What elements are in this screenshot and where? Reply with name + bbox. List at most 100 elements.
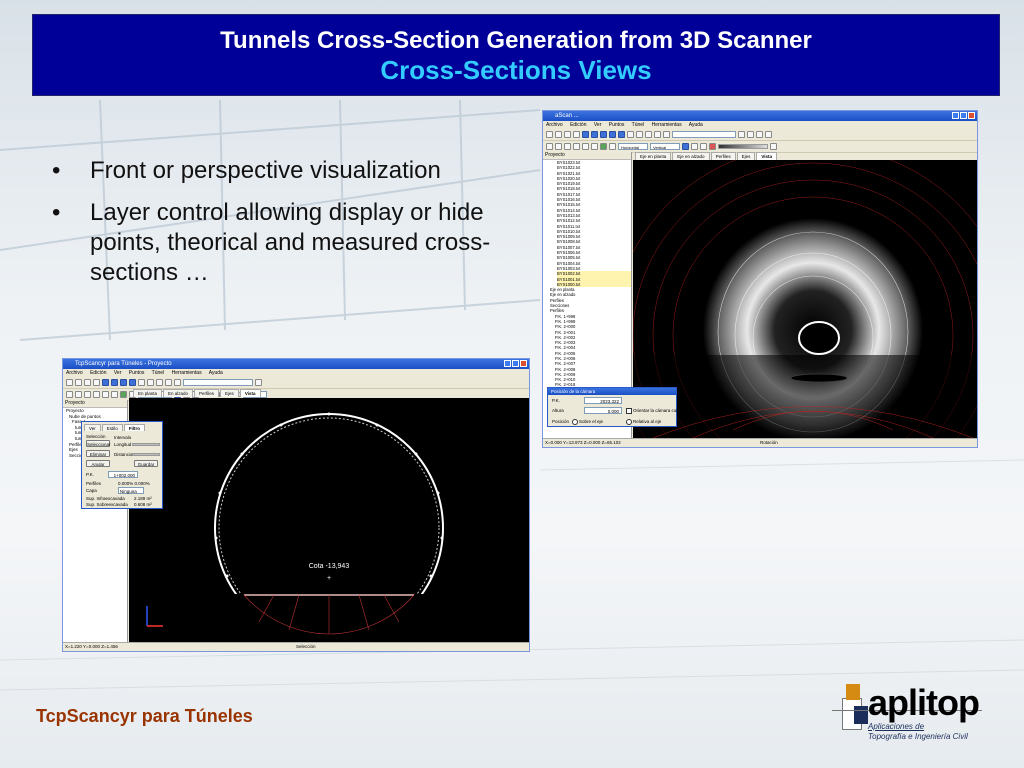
tunnel-3d-canvas[interactable] bbox=[633, 160, 977, 438]
tab-ver[interactable]: Ver bbox=[84, 424, 101, 431]
filter-icon[interactable] bbox=[700, 143, 707, 150]
orient-camera-checkbox[interactable]: Orientar la cámara con el eje bbox=[626, 408, 691, 414]
tab-eje-en-alzado[interactable]: Eje en alzado bbox=[672, 152, 710, 160]
zoom-in-icon[interactable] bbox=[138, 379, 145, 386]
line-icon[interactable] bbox=[84, 391, 91, 398]
close-icon[interactable] bbox=[968, 112, 975, 119]
zoom-window-icon[interactable] bbox=[156, 379, 163, 386]
menu-archivo[interactable]: Archivo bbox=[66, 370, 83, 376]
layer-icon[interactable] bbox=[111, 379, 118, 386]
print-icon[interactable] bbox=[93, 379, 100, 386]
print-icon[interactable] bbox=[573, 131, 580, 138]
pan-icon[interactable] bbox=[174, 379, 181, 386]
height-input[interactable]: 0.000 bbox=[584, 407, 622, 414]
pk-input[interactable]: 2023.322 bbox=[584, 397, 622, 404]
polyline-icon[interactable] bbox=[573, 143, 580, 150]
delete-button[interactable]: Eliminar bbox=[86, 450, 110, 457]
layer-icon[interactable] bbox=[129, 379, 136, 386]
settings-icon[interactable] bbox=[255, 379, 262, 386]
tab-perfiles[interactable]: Perfiles bbox=[194, 389, 220, 397]
save-icon[interactable] bbox=[84, 379, 91, 386]
undo-button[interactable]: Anular bbox=[86, 460, 110, 467]
new-icon[interactable] bbox=[546, 131, 553, 138]
menu-puntos[interactable]: Puntos bbox=[609, 122, 625, 128]
maximize-icon[interactable] bbox=[512, 360, 519, 367]
select-button[interactable]: Seleccionar bbox=[86, 440, 111, 447]
settings-icon[interactable] bbox=[765, 131, 772, 138]
circle-icon[interactable] bbox=[75, 391, 82, 398]
layer-select[interactable]: Ninguna bbox=[118, 487, 144, 494]
menu-ayuda[interactable]: Ayuda bbox=[689, 122, 703, 128]
close-icon[interactable] bbox=[520, 360, 527, 367]
menu-ver[interactable]: Ver bbox=[114, 370, 122, 376]
circle-icon[interactable] bbox=[555, 143, 562, 150]
window-titlebar[interactable]: TcpScancyr para Túneles - Proyecto bbox=[63, 359, 529, 369]
relative-axis-radio[interactable]: Relativa al eje bbox=[626, 419, 661, 425]
menu-ayuda[interactable]: Ayuda bbox=[209, 370, 223, 376]
layer-combo[interactable] bbox=[183, 379, 253, 386]
zoom-all-icon[interactable] bbox=[654, 131, 661, 138]
contrast-slider[interactable] bbox=[718, 144, 768, 149]
zoom-out-icon[interactable] bbox=[636, 131, 643, 138]
zoom-out-icon[interactable] bbox=[147, 379, 154, 386]
maximize-icon[interactable] bbox=[960, 112, 967, 119]
polyline-icon[interactable] bbox=[93, 391, 100, 398]
target-icon[interactable] bbox=[591, 143, 598, 150]
length-slider[interactable] bbox=[132, 443, 160, 446]
window-titlebar[interactable]: aScan ... bbox=[543, 111, 977, 121]
layer-icon[interactable] bbox=[582, 131, 589, 138]
layer-combo[interactable] bbox=[672, 131, 736, 138]
layer-icon[interactable] bbox=[120, 379, 127, 386]
tab-en-planta[interactable]: En planta bbox=[133, 389, 163, 397]
pencil-icon[interactable] bbox=[120, 391, 127, 398]
minimize-icon[interactable] bbox=[952, 112, 959, 119]
menu-edicion[interactable]: Edición bbox=[90, 370, 106, 376]
menu-puntos[interactable]: Puntos bbox=[129, 370, 145, 376]
tab-ejes[interactable]: Ejes bbox=[220, 389, 239, 397]
menu-archivo[interactable]: Archivo bbox=[546, 122, 563, 128]
tab-en-alzado[interactable]: En alzado bbox=[163, 389, 194, 397]
distance-slider[interactable] bbox=[132, 453, 160, 456]
tab-perfiles[interactable]: Perfiles bbox=[710, 152, 736, 160]
save-icon[interactable] bbox=[564, 131, 571, 138]
tab-vista[interactable]: Vista bbox=[756, 152, 778, 160]
open-icon[interactable] bbox=[75, 379, 82, 386]
tab-filtro[interactable]: Filtro bbox=[123, 424, 146, 431]
view-combo[interactable]: Horizontal bbox=[618, 143, 648, 150]
layer-icon[interactable] bbox=[591, 131, 598, 138]
menu-ver[interactable]: Ver bbox=[594, 122, 602, 128]
zoom-in-icon[interactable] bbox=[627, 131, 634, 138]
tab-eje-en-planta[interactable]: Eje en planta bbox=[635, 152, 672, 160]
pan-icon[interactable] bbox=[663, 131, 670, 138]
layer-icon[interactable] bbox=[102, 379, 109, 386]
tab-estilo[interactable]: Estilo bbox=[101, 424, 123, 431]
cross-section-canvas[interactable]: Cota -13,943 + bbox=[129, 398, 529, 644]
on-axis-radio[interactable]: Sobre el eje bbox=[572, 419, 603, 425]
open-icon[interactable] bbox=[555, 131, 562, 138]
line-icon[interactable] bbox=[564, 143, 571, 150]
menu-herramientas[interactable]: Herramientas bbox=[172, 370, 202, 376]
settings-icon[interactable] bbox=[756, 131, 763, 138]
select-icon[interactable] bbox=[609, 143, 616, 150]
layer-icon[interactable] bbox=[600, 131, 607, 138]
rotate-icon[interactable] bbox=[66, 391, 73, 398]
layer-icon[interactable] bbox=[609, 131, 616, 138]
new-icon[interactable] bbox=[66, 379, 73, 386]
target-icon[interactable] bbox=[102, 391, 109, 398]
grid-icon[interactable] bbox=[738, 131, 745, 138]
menu-tunel[interactable]: Túnel bbox=[152, 370, 165, 376]
tab-vista[interactable]: Vista bbox=[239, 389, 261, 397]
save-button[interactable]: Guardar bbox=[134, 460, 158, 467]
menu-herramientas[interactable]: Herramientas bbox=[652, 122, 682, 128]
tab-ejes[interactable]: Ejes bbox=[736, 152, 756, 160]
zoom-window-icon[interactable] bbox=[645, 131, 652, 138]
zoom-all-icon[interactable] bbox=[165, 379, 172, 386]
pencil-icon[interactable] bbox=[600, 143, 607, 150]
grid-icon[interactable] bbox=[747, 131, 754, 138]
minimize-icon[interactable] bbox=[504, 360, 511, 367]
menu-tunel[interactable]: Túnel bbox=[632, 122, 645, 128]
layer-icon[interactable] bbox=[618, 131, 625, 138]
target-icon[interactable] bbox=[582, 143, 589, 150]
pk-input[interactable]: 1+002.000 bbox=[108, 471, 138, 478]
view-combo-2[interactable]: Vertical bbox=[650, 143, 680, 150]
